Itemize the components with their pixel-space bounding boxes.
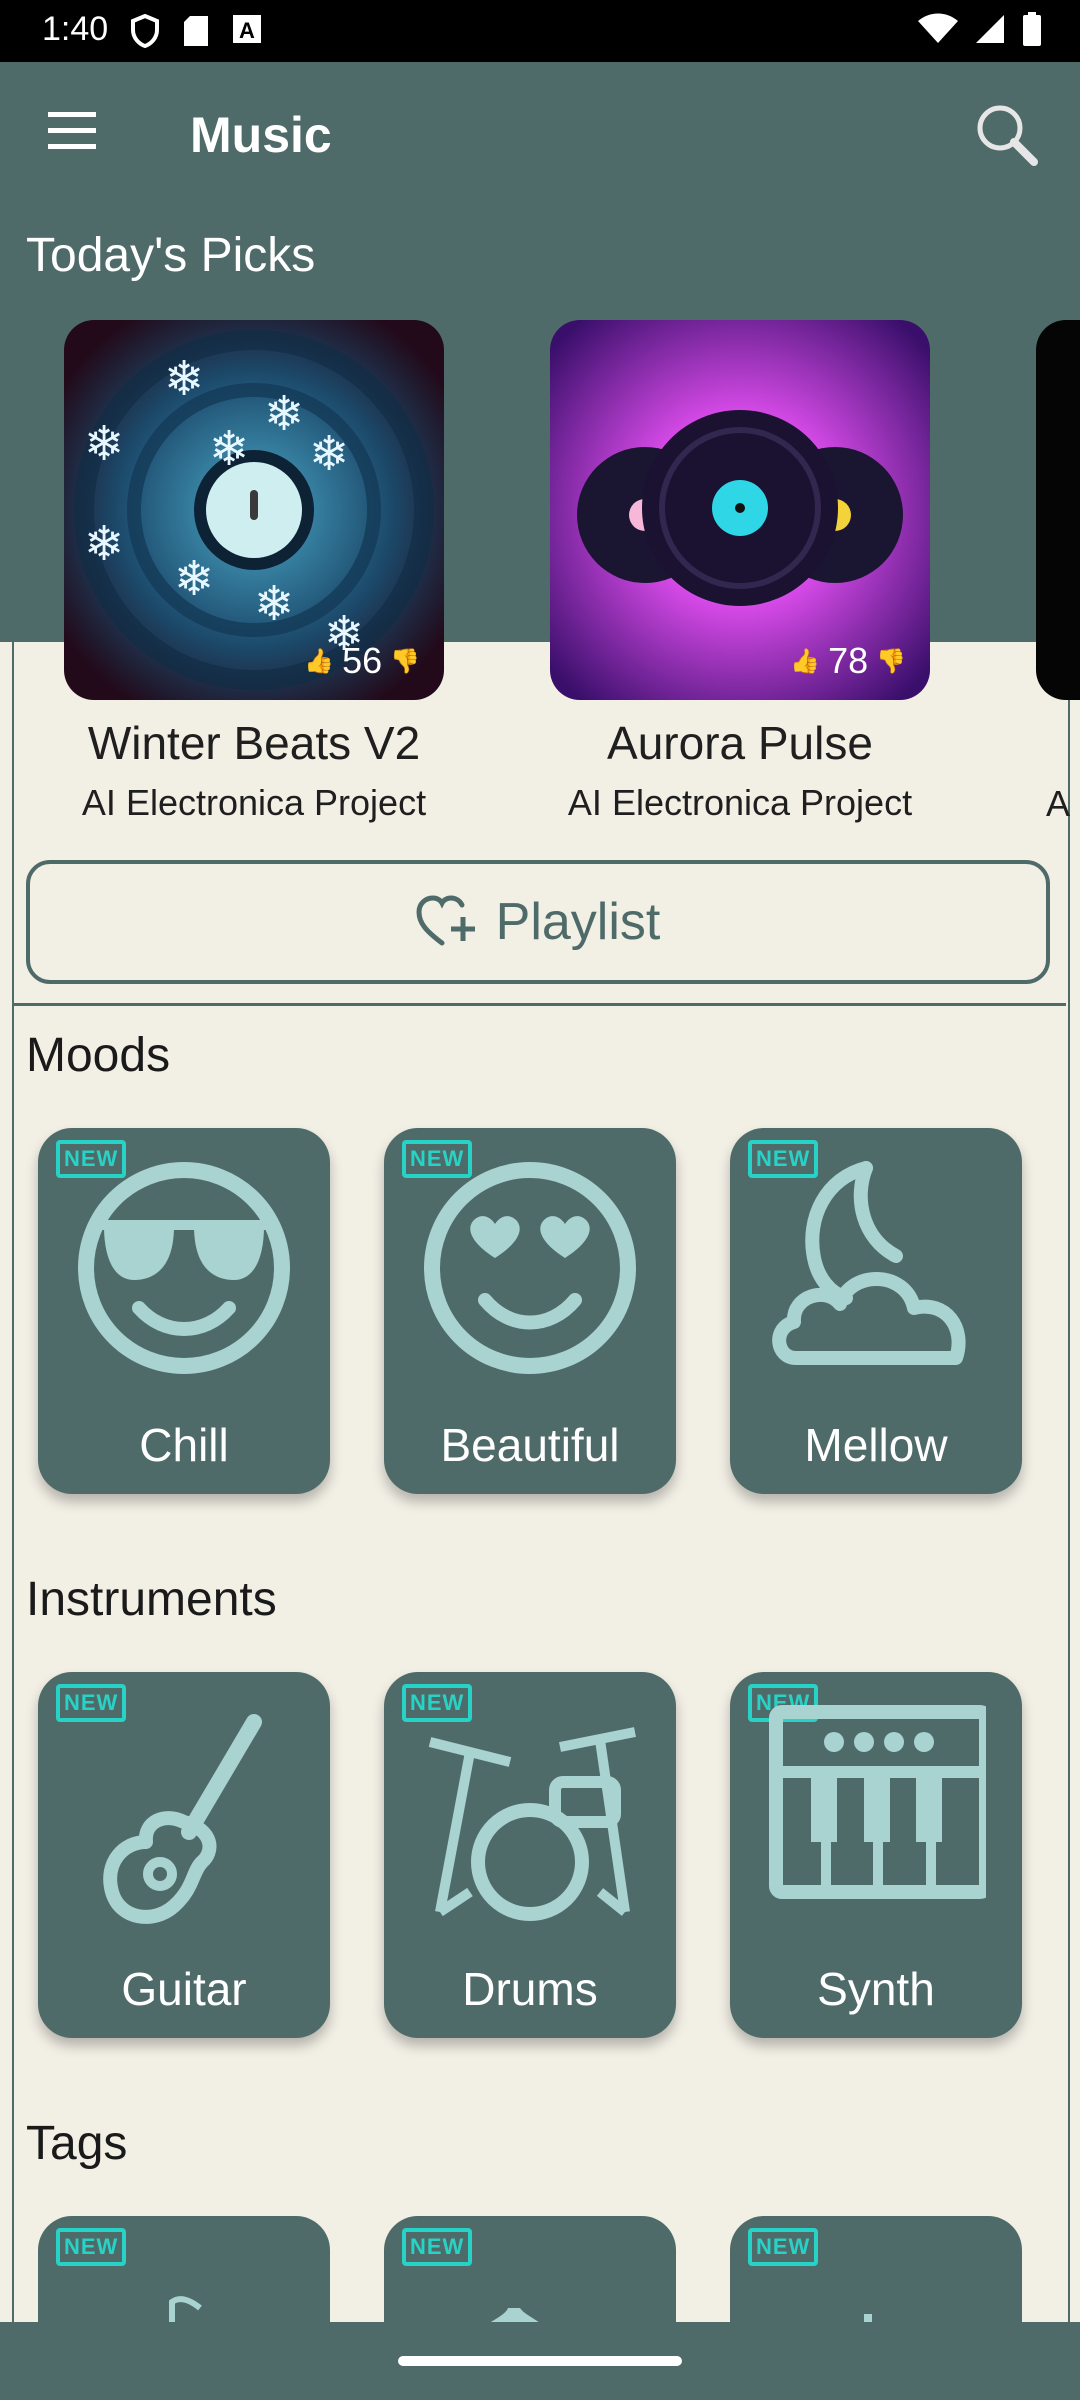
- tile-label: Drums: [462, 1963, 598, 2015]
- tile-label: Mellow: [804, 1419, 948, 1471]
- divider: [12, 1003, 1066, 1006]
- likes-counter[interactable]: 👍 56 👎: [304, 640, 420, 682]
- track-name: Aurora Pulse: [607, 717, 873, 769]
- track-artist: AI Electronica Project: [567, 782, 913, 823]
- svg-text:❄: ❄: [84, 416, 124, 472]
- sunglasses-face-icon: [78, 1162, 290, 1374]
- app-bar: Music: [0, 62, 1080, 202]
- track-artist: AI Electronica Project: [81, 782, 427, 823]
- mood-tile-beautiful[interactable]: NEW Beautiful: [384, 1128, 676, 1494]
- section-title-moods: Moods: [26, 1029, 171, 1082]
- tile-label: Beautiful: [440, 1419, 620, 1471]
- moon-cloud-icon: [772, 1161, 966, 1365]
- new-badge: NEW: [748, 2228, 819, 2266]
- heart-eyes-face-icon: [424, 1162, 636, 1374]
- guitar-icon: [103, 1714, 262, 1924]
- tag-tile[interactable]: NEW: [384, 2216, 676, 2326]
- likes-count: 78: [828, 640, 869, 681]
- svg-text:❄: ❄: [174, 551, 214, 607]
- track-name: Winter Beats V2: [87, 717, 421, 769]
- status-bar: 1:40 A: [0, 0, 1080, 62]
- svg-text:❄: ❄: [164, 351, 204, 407]
- pick-card[interactable]: ❄ ❄ ❄ ❄ ❄ ❄ ❄ ❄ ❄ 👍 56 👎 Winter Beats V2 AI El…: [64, 320, 444, 824]
- thumbs-up-icon[interactable]: 👍: [790, 647, 820, 676]
- page-title: Music: [190, 107, 332, 163]
- new-badge: NEW: [56, 2228, 127, 2266]
- album-art: ❄ ❄ ❄ ❄ ❄ ❄ ❄ ❄ ❄ 👍 56 👎: [64, 320, 444, 700]
- instrument-tile-drums[interactable]: NEW Drums: [384, 1672, 676, 2038]
- playlist-button-label: Playlist: [495, 893, 661, 951]
- status-time: 1:40: [42, 10, 109, 48]
- system-nav-bar: [0, 2322, 1080, 2400]
- album-art: 👍 78 👎: [550, 320, 930, 700]
- battery-icon: [1023, 12, 1041, 46]
- partial-artist-text: A: [1046, 783, 1071, 824]
- svg-text:A: A: [239, 18, 255, 43]
- search-icon[interactable]: [974, 102, 1040, 168]
- tile-label: Synth: [817, 1963, 935, 2015]
- wifi-icon: [918, 13, 958, 43]
- instrument-tile-guitar[interactable]: NEW Guitar: [38, 1672, 330, 2038]
- mood-tile-chill[interactable]: NEW Chill: [38, 1128, 330, 1494]
- section-title-instruments: Instruments: [26, 1573, 277, 1626]
- text-a-icon: A: [233, 15, 261, 43]
- svg-text:❄: ❄: [84, 516, 124, 572]
- tag-tile[interactable]: NEW: [730, 2216, 1022, 2326]
- tile-label: Guitar: [121, 1963, 247, 2015]
- sd-card-icon: [184, 16, 208, 46]
- hamburger-menu-icon[interactable]: [44, 106, 100, 156]
- mood-tile-mellow[interactable]: NEW Mellow: [730, 1128, 1022, 1494]
- heart-plus-icon: [416, 895, 475, 946]
- likes-counter[interactable]: 👍 78 👎: [790, 640, 906, 682]
- add-to-playlist-button[interactable]: Playlist: [26, 860, 1050, 984]
- thumbs-up-icon[interactable]: 👍: [304, 647, 334, 676]
- signal-icon: [976, 15, 1004, 43]
- pick-card-partial[interactable]: [1036, 320, 1080, 700]
- drums-icon: [428, 1727, 636, 1921]
- tile-label: Chill: [139, 1419, 229, 1471]
- section-title-tags: Tags: [26, 2117, 128, 2170]
- thumbs-down-icon[interactable]: 👎: [876, 647, 906, 676]
- home-gesture-pill[interactable]: [398, 2356, 682, 2366]
- svg-text:❄: ❄: [209, 421, 249, 477]
- new-badge: NEW: [402, 2228, 473, 2266]
- svg-text:❄: ❄: [254, 576, 294, 632]
- tag-tile[interactable]: NEW: [38, 2216, 330, 2326]
- shield-icon: [131, 14, 159, 48]
- pick-card[interactable]: 👍 78 👎 Aurora Pulse AI Electronica Proje…: [550, 320, 930, 824]
- svg-text:❄: ❄: [264, 386, 304, 442]
- instrument-tile-synth[interactable]: NEW Synth: [730, 1672, 1022, 2038]
- likes-count: 56: [342, 640, 383, 681]
- svg-text:❄: ❄: [309, 426, 349, 482]
- synth-keyboard-icon: [769, 1705, 986, 1899]
- thumbs-down-icon[interactable]: 👎: [390, 647, 420, 676]
- section-title-todays-picks: Today's Picks: [26, 229, 316, 282]
